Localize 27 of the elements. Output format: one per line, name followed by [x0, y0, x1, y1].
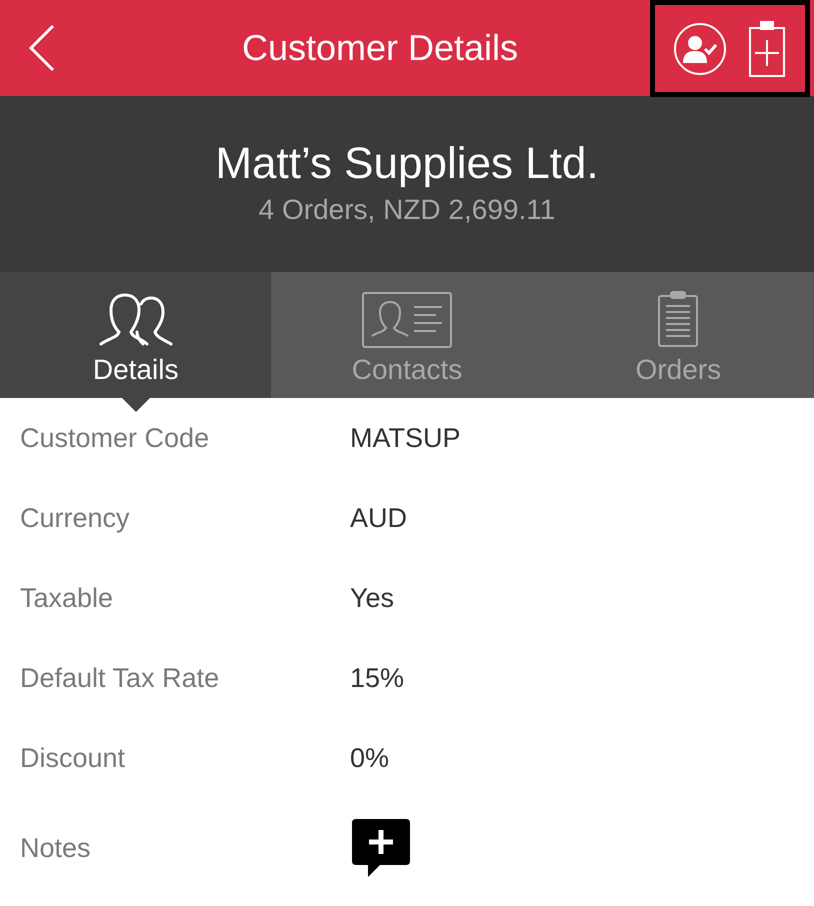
- field-label: Currency: [19, 502, 131, 535]
- field-label: Taxable: [19, 582, 114, 615]
- new-order-button[interactable]: [748, 20, 786, 78]
- field-label: Notes: [19, 832, 92, 865]
- field-value: 0%: [350, 742, 390, 775]
- user-check-icon: [683, 34, 717, 62]
- field-value: 15%: [350, 662, 404, 695]
- people-icon: [96, 292, 175, 348]
- customer-name: Matt’s Supplies Ltd.: [215, 138, 599, 190]
- add-comment-icon: [350, 817, 412, 879]
- order-summary: 4 Orders, NZD 2,699.11: [258, 193, 556, 227]
- clipboard-plus-icon: [748, 20, 786, 78]
- add-note-button[interactable]: [350, 817, 412, 879]
- field-label: Discount: [19, 742, 126, 775]
- field-value: MATSUP: [350, 422, 461, 455]
- screen-title: Customer Details: [240, 26, 520, 70]
- field-label: Default Tax Rate: [19, 662, 220, 695]
- selected-pointer: [122, 398, 150, 412]
- tab[interactable]: Orders: [542, 272, 814, 398]
- back-icon: [28, 24, 56, 72]
- assign-customer-button[interactable]: [674, 22, 726, 74]
- clipboard-icon: [656, 290, 700, 348]
- field-label: Customer Code: [19, 422, 210, 455]
- contact-card-icon: [362, 292, 452, 348]
- tab[interactable]: Contacts: [271, 272, 543, 398]
- field-value: AUD: [350, 502, 408, 535]
- field-value: Yes: [350, 582, 394, 615]
